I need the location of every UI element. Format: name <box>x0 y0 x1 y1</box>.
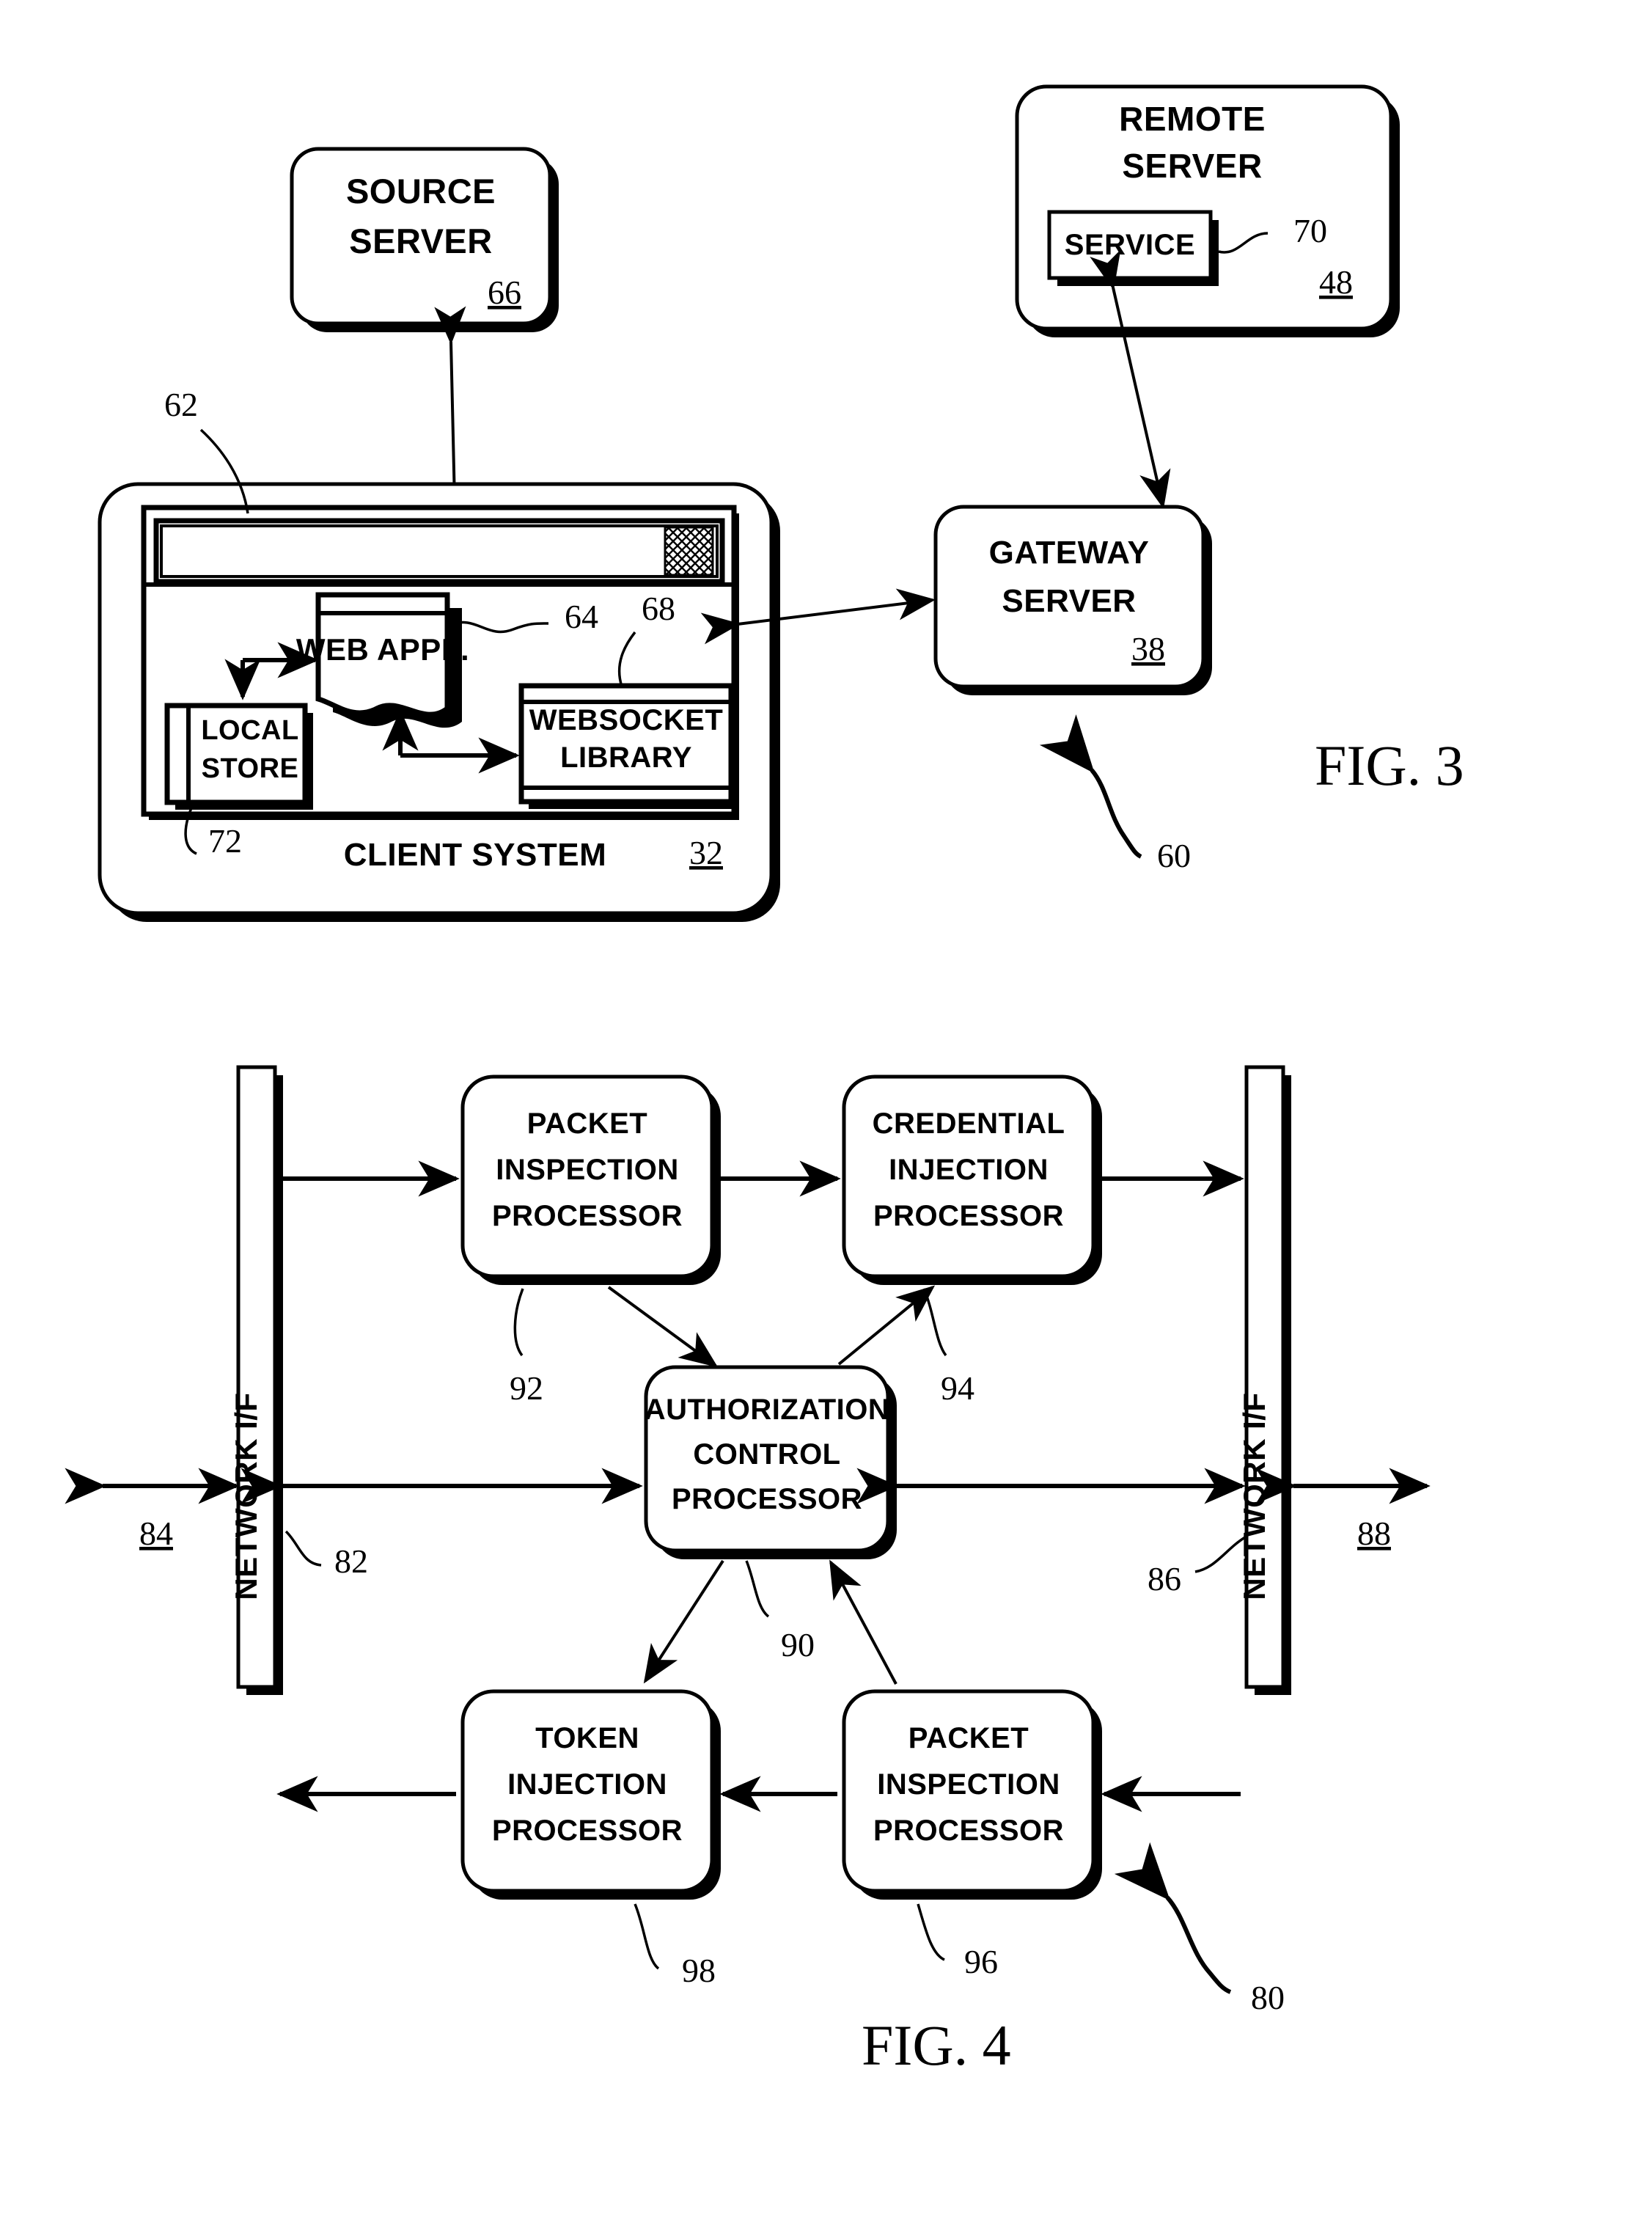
websocket-library-ref: 68 <box>642 590 675 627</box>
service-node: SERVICE <box>1047 210 1219 286</box>
token-injection-line3: PROCESSOR <box>492 1815 683 1847</box>
gateway-server-ref: 38 <box>1131 630 1165 667</box>
websocket-library-line2: LIBRARY <box>560 742 692 774</box>
figure4-system-ref: 80 <box>1251 1979 1285 2016</box>
external-link-right-ref: 88 <box>1357 1515 1391 1552</box>
client-system-ref: 32 <box>689 834 723 871</box>
external-link-left: 84 <box>65 1468 240 1552</box>
network-if-right-node: NETWORK I/F <box>1237 1065 1291 1695</box>
source-server-line2: SERVER <box>349 222 492 260</box>
local-store-line1: LOCAL <box>201 715 298 746</box>
figure3-system-ref: 60 <box>1157 837 1191 874</box>
packet-inspection-bottom-line3: PROCESSOR <box>873 1815 1064 1847</box>
external-link-right: 88 <box>1255 1468 1431 1552</box>
packet-inspection-bottom-node: PACKET INSPECTION PROCESSOR <box>842 1689 1102 1900</box>
token-injection-ref: 98 <box>682 1952 716 1989</box>
packet-inspection-bottom-ref: 96 <box>964 1943 998 1980</box>
credential-injection-ref: 94 <box>941 1369 974 1407</box>
websocket-library-line1: WEBSOCKET <box>529 704 724 736</box>
token-injection-line1: TOKEN <box>535 1722 639 1754</box>
packet-inspection-top-line3: PROCESSOR <box>492 1200 683 1232</box>
token-injection-line2: INJECTION <box>507 1768 667 1801</box>
network-if-left-label: NETWORK I/F <box>229 1392 263 1600</box>
packet-inspection-bottom-line1: PACKET <box>908 1722 1029 1754</box>
source-server-node: SOURCE SOURCE SERVER 66 <box>290 147 559 332</box>
service-ref: 70 <box>1293 212 1327 249</box>
remote-server-node: REMOTE SERVER SERVICE 70 48 <box>1015 84 1400 337</box>
network-if-left-ref: 82 <box>334 1542 368 1580</box>
packet-inspection-bottom-line2: INSPECTION <box>877 1768 1060 1801</box>
figure3-caption: FIG. 3 <box>1315 733 1464 797</box>
credential-injection-line3: PROCESSOR <box>873 1200 1064 1232</box>
authorization-control-node: AUTHORIZATION CONTROL PROCESSOR <box>644 1365 897 1559</box>
authorization-control-line1: AUTHORIZATION <box>645 1394 890 1426</box>
remote-server-line1: REMOTE <box>1119 100 1266 138</box>
authorization-control-line3: PROCESSOR <box>672 1483 862 1515</box>
packet-inspection-top-line1: PACKET <box>527 1108 647 1140</box>
figure3-caption-group: 60 FIG. 3 <box>1039 714 1464 874</box>
authorization-control-line2: CONTROL <box>693 1438 840 1471</box>
credential-injection-line2: INJECTION <box>889 1154 1049 1186</box>
remote-server-line2: SERVER <box>1122 147 1262 185</box>
web-application-label: WEB APPL. <box>296 632 469 667</box>
gateway-server-line1: GATEWAY <box>989 535 1150 571</box>
gateway-server-node: GATEWAY SERVER 38 <box>933 505 1212 695</box>
figure4-caption: FIG. 4 <box>862 2013 1011 2077</box>
client-system-label: CLIENT SYSTEM <box>344 837 607 873</box>
credential-injection-line1: CREDENTIAL <box>873 1108 1065 1140</box>
external-link-left-ref: 84 <box>139 1515 173 1552</box>
patent-drawing-sheet: SOURCE SOURCE SERVER 66 REMOTE SERVER SE… <box>0 0 1652 2215</box>
patent-figures-svg: SOURCE SOURCE SERVER 66 REMOTE SERVER SE… <box>65 84 1464 2077</box>
network-if-right-ref: 86 <box>1148 1560 1181 1597</box>
websocket-library-node: WEBSOCKET LIBRARY <box>518 683 738 809</box>
service-label: SERVICE <box>1065 229 1195 261</box>
network-if-left-node: NETWORK I/F <box>229 1065 283 1695</box>
packet-inspection-top-ref: 92 <box>510 1369 543 1407</box>
network-if-right-label: NETWORK I/F <box>1237 1392 1271 1600</box>
local-store-ref: 72 <box>208 822 242 860</box>
source-server-line1: SOURCE <box>346 172 496 210</box>
web-application-ref: 64 <box>565 598 598 635</box>
local-store-line2: STORE <box>202 753 299 784</box>
credential-injection-node: CREDENTIAL INJECTION PROCESSOR <box>842 1074 1102 1285</box>
local-store-node: LOCAL STORE <box>164 703 313 810</box>
token-injection-node: TOKEN INJECTION PROCESSOR <box>460 1689 721 1900</box>
packet-inspection-top-node: PACKET INSPECTION PROCESSOR <box>460 1074 721 1285</box>
remote-server-ref: 48 <box>1319 263 1353 301</box>
source-server-ref: 66 <box>488 274 521 311</box>
browser-window-ref: 62 <box>164 386 198 423</box>
authorization-control-ref: 90 <box>781 1626 815 1663</box>
packet-inspection-top-line2: INSPECTION <box>496 1154 678 1186</box>
gateway-server-line2: SERVER <box>1002 583 1136 619</box>
